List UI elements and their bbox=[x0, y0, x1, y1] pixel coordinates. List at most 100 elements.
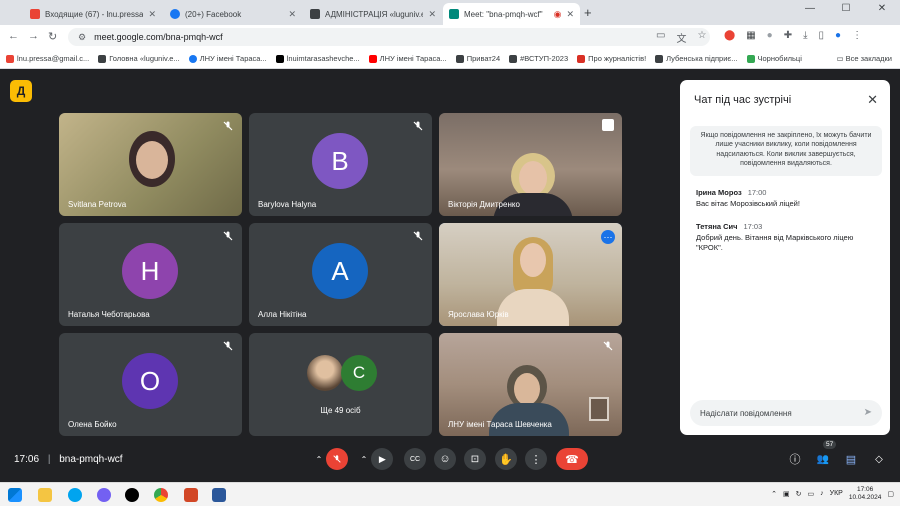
captions-button[interactable]: CC bbox=[404, 448, 426, 470]
edge-icon[interactable] bbox=[68, 488, 82, 502]
participant-tile[interactable]: B Barylova Halyna bbox=[249, 113, 432, 216]
emoji-reaction-button[interactable]: ☺ bbox=[434, 448, 456, 470]
chrome-icon[interactable] bbox=[154, 488, 168, 502]
minimize-icon[interactable]: — bbox=[792, 3, 828, 14]
participants-count-badge: 57 bbox=[823, 440, 837, 449]
raise-hand-button[interactable]: ✋ bbox=[495, 448, 517, 470]
bookmark-item[interactable]: Лубенська підприє... bbox=[655, 54, 738, 63]
extension-icon[interactable]: ▦ bbox=[746, 30, 755, 41]
close-tab-icon[interactable]: ✕ bbox=[148, 9, 156, 20]
site-info-icon[interactable]: ⚙ bbox=[78, 32, 86, 43]
more-options-icon[interactable]: ⋯ bbox=[601, 230, 615, 244]
powerpoint-icon[interactable] bbox=[184, 488, 198, 502]
present-screen-button[interactable]: ⊡ bbox=[464, 448, 486, 470]
clock[interactable]: 17:06 10.04.2024 bbox=[849, 486, 882, 502]
bookmark-icon bbox=[509, 54, 518, 63]
translate-icon[interactable]: 文 bbox=[676, 30, 686, 45]
bookmark-item[interactable]: #ВСТУП-2023 bbox=[509, 54, 568, 63]
input-language[interactable]: УКР bbox=[830, 490, 843, 497]
chat-icon[interactable]: ▤ bbox=[841, 448, 861, 470]
participant-name: Barylova Halyna bbox=[258, 200, 317, 209]
participant-tile[interactable]: ⋯ Ярослава Юрків bbox=[439, 223, 622, 326]
tab-gmail[interactable]: Входящие (67) - lnu.pressa@gm ✕ bbox=[24, 3, 162, 25]
viber-icon[interactable] bbox=[97, 488, 111, 502]
bookmark-item[interactable]: ЛНУ імені Тараса... bbox=[188, 54, 267, 63]
chevron-up-icon[interactable]: ⌃ bbox=[361, 455, 368, 464]
url-bar[interactable]: ⚙ meet.google.com/bna-pmqh-wcf bbox=[68, 28, 710, 46]
bookmark-item[interactable]: Приват24 bbox=[455, 54, 500, 63]
network-icon[interactable]: ▭ bbox=[808, 490, 815, 498]
bookmark-item[interactable]: Головна «luguniv.e... bbox=[98, 54, 180, 63]
reload-icon[interactable]: ↻ bbox=[48, 30, 57, 43]
participant-tile[interactable]: Вікторія Дмитренко bbox=[439, 113, 622, 216]
participant-name: Вікторія Дмитренко bbox=[448, 200, 520, 209]
adblock-icon[interactable]: ⬤ bbox=[724, 30, 735, 41]
close-tab-icon[interactable]: ✕ bbox=[428, 9, 436, 20]
privat-icon bbox=[455, 54, 464, 63]
file-explorer-icon[interactable] bbox=[38, 488, 52, 502]
more-participants-tile[interactable]: C Ще 49 осіб bbox=[249, 333, 432, 436]
tray-app-icon[interactable]: ▣ bbox=[783, 490, 790, 498]
tab-meet[interactable]: Meet: "bna-pmqh-wcf" ◉ ✕ bbox=[443, 3, 580, 25]
tab-label: Meet: "bna-pmqh-wcf" bbox=[464, 9, 543, 19]
bookmark-icon bbox=[577, 54, 586, 63]
notifications-icon[interactable]: ▢ bbox=[887, 490, 894, 498]
participant-tile[interactable]: А Алла Нікітіна bbox=[249, 223, 432, 326]
menu-icon[interactable]: ⋮ bbox=[852, 30, 862, 41]
send-icon[interactable]: ➤ bbox=[864, 407, 872, 418]
sync-icon[interactable]: ↻ bbox=[796, 490, 802, 498]
tiktok-icon[interactable] bbox=[125, 488, 139, 502]
close-window-icon[interactable]: ✕ bbox=[864, 3, 900, 14]
mic-off-button[interactable] bbox=[326, 448, 349, 470]
avatar: Н bbox=[122, 243, 178, 299]
download-icon[interactable]: ⤓ bbox=[803, 30, 807, 41]
meeting-details-icon[interactable]: ⓘ bbox=[785, 448, 805, 470]
start-icon[interactable] bbox=[8, 488, 22, 502]
close-tab-icon[interactable]: ✕ bbox=[566, 9, 574, 20]
tab-facebook[interactable]: (20+) Facebook ✕ bbox=[164, 3, 302, 25]
bookmark-item[interactable]: Чорнобильці bbox=[746, 54, 802, 63]
sidepanel-icon[interactable]: ▯ bbox=[819, 30, 825, 41]
meet-logo-badge[interactable]: Д bbox=[10, 80, 32, 102]
all-bookmarks-button[interactable]: ▭ Все закладки bbox=[836, 54, 892, 63]
participant-tile[interactable]: Н Наталья Чеботарьова bbox=[59, 223, 242, 326]
tab-administration[interactable]: АДМІНІСТРАЦІЯ «luguniv.edu ✕ bbox=[304, 3, 442, 25]
avatar bbox=[307, 355, 343, 391]
camera-icon[interactable]: ▭ bbox=[656, 30, 665, 45]
participant-tile[interactable]: О Олена Бойко bbox=[59, 333, 242, 436]
bookmark-item[interactable]: lnuimtarasashevche... bbox=[275, 54, 360, 63]
address-bar-row: ← → ↻ ⚙ meet.google.com/bna-pmqh-wcf ▭ 文… bbox=[0, 25, 900, 49]
mic-off-icon bbox=[222, 119, 234, 131]
chevron-up-icon[interactable]: ⌃ bbox=[316, 455, 323, 464]
bookmark-label: Про журналістів! bbox=[588, 54, 647, 63]
leave-call-button[interactable]: ☎ bbox=[556, 448, 588, 470]
chat-message-input[interactable]: Надіслати повідомлення ➤ bbox=[690, 400, 882, 426]
activities-icon[interactable]: ◇ bbox=[869, 448, 889, 470]
word-icon[interactable] bbox=[212, 488, 226, 502]
new-tab-button[interactable]: + bbox=[584, 5, 592, 20]
profile-icon[interactable]: ● bbox=[835, 30, 841, 41]
puzzle-icon[interactable]: ✚ bbox=[784, 30, 792, 41]
bookmark-item[interactable]: lnu.pressa@gmail.c... bbox=[6, 54, 89, 63]
volume-icon[interactable]: ♪ bbox=[820, 490, 824, 497]
people-icon[interactable]: 👥 bbox=[813, 448, 833, 470]
message-time: 17:00 bbox=[747, 188, 767, 197]
forward-icon[interactable]: → bbox=[28, 30, 39, 42]
camera-button[interactable]: ▶ bbox=[371, 448, 394, 470]
extension-icon[interactable]: ● bbox=[767, 30, 773, 41]
participant-tile[interactable]: Svitlana Petrova bbox=[59, 113, 242, 216]
more-options-button[interactable]: ⋮ bbox=[525, 448, 547, 470]
message-text: Добрий день. Вітання від Марківського лі… bbox=[696, 232, 854, 253]
bookmark-item[interactable]: ЛНУ імені Тараса... bbox=[368, 54, 447, 63]
participant-tile[interactable]: ЛНУ імені Тараса Шевченка bbox=[439, 333, 622, 436]
maximize-icon[interactable]: ☐ bbox=[828, 3, 864, 14]
chevron-up-icon[interactable]: ⌃ bbox=[771, 490, 777, 498]
windows-taskbar: ⌃ ▣ ↻ ▭ ♪ УКР 17:06 10.04.2024 ▢ bbox=[0, 482, 900, 506]
bookmark-star-icon[interactable]: ☆ bbox=[697, 30, 706, 45]
close-tab-icon[interactable]: ✕ bbox=[288, 9, 296, 20]
close-icon[interactable]: ✕ bbox=[867, 92, 878, 108]
meeting-info: 17:06 | bna-pmqh-wcf bbox=[14, 454, 123, 465]
tiktok-icon bbox=[275, 54, 284, 63]
back-icon[interactable]: ← bbox=[8, 30, 19, 42]
bookmark-item[interactable]: Про журналістів! bbox=[577, 54, 646, 63]
